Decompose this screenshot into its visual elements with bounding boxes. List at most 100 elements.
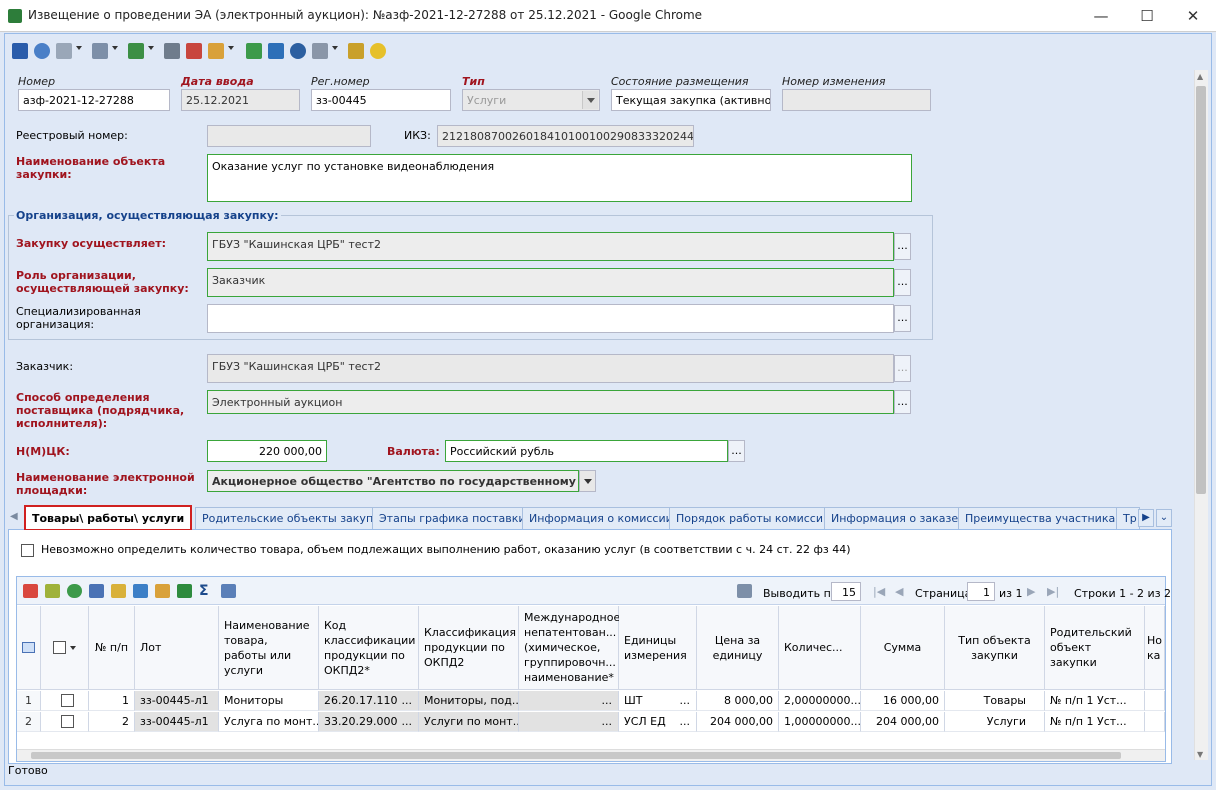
select-all-checkbox[interactable] [53, 641, 66, 654]
rol-org-input[interactable]: Заказчик [207, 268, 894, 297]
cell-sum[interactable]: 204 000,00 [861, 712, 945, 732]
tabs-scroll-right-icon[interactable]: ▶ [1138, 509, 1154, 527]
col-header-lot[interactable]: Лот [135, 606, 219, 690]
cell-extra[interactable] [1145, 691, 1165, 711]
next-page-icon[interactable]: ▶ [1027, 585, 1035, 598]
attach-dropdown-icon[interactable] [76, 46, 82, 50]
spec-org-select-button[interactable]: ... [894, 305, 911, 332]
page-input[interactable]: 1 [967, 582, 995, 601]
sposob-input[interactable]: Электронный аукцион [207, 390, 894, 414]
reestr-nomer-input[interactable] [207, 125, 371, 147]
cell-mnn[interactable]: ... [519, 691, 619, 711]
cell-unit[interactable]: ШТ... [619, 691, 697, 711]
help-icon[interactable] [370, 43, 386, 59]
col-header-qty[interactable]: Количес... [779, 606, 861, 690]
reg-nomer-input[interactable]: зз-00445 [311, 89, 451, 111]
filter-grid-icon[interactable] [155, 584, 170, 598]
prev-page-icon[interactable]: ◀ [895, 585, 903, 598]
row-checkbox[interactable] [61, 694, 74, 707]
sposob-select-button[interactable]: ... [894, 390, 911, 414]
tip-dropdown-icon[interactable] [582, 91, 598, 109]
unit-select-button[interactable]: ... [680, 694, 691, 707]
cell-price[interactable]: 8 000,00 [697, 691, 779, 711]
tab-zakaz[interactable]: Информация о заказе [824, 507, 966, 529]
zakupku-osush-select-button[interactable]: ... [894, 233, 911, 260]
tab-preimushestva[interactable]: Преимущества участникам [958, 507, 1131, 529]
edit-dropdown-icon[interactable] [228, 46, 234, 50]
columns-icon[interactable] [221, 584, 236, 598]
minimize-button[interactable]: — [1078, 0, 1124, 32]
cell-type[interactable]: Услуги [945, 712, 1045, 732]
cell-okpd-class[interactable]: Услуги по монт... [419, 712, 519, 732]
nmck-input[interactable]: 220 000,00 [207, 440, 327, 462]
tab-etapy[interactable]: Этапы графика поставки [372, 507, 533, 529]
scroll-up-icon[interactable]: ▲ [1197, 72, 1203, 81]
excel-icon[interactable] [177, 584, 192, 598]
unit-select-button[interactable]: ... [680, 715, 691, 728]
valyuta-input[interactable]: Российский рубль [445, 440, 728, 462]
tab-roditelskie[interactable]: Родительские объекты закупки [195, 507, 394, 529]
export-icon[interactable] [128, 43, 144, 59]
zakazchik-select-button[interactable]: ... [894, 355, 911, 382]
ne-opredelit-checkbox[interactable] [21, 544, 34, 557]
tab-poryadok[interactable]: Порядок работы комиссии [669, 507, 838, 529]
list-icon[interactable] [92, 43, 108, 59]
col-header-sum[interactable]: Сумма [861, 606, 945, 690]
ikz-input[interactable]: 212180870026018410100100290833320244 [437, 125, 694, 147]
naimenovanie-input[interactable]: Оказание услуг по установке видеонаблюде… [207, 154, 912, 202]
ploshadka-select[interactable]: Акционерное общество "Агентство по госуд… [207, 470, 579, 492]
last-page-icon[interactable]: ▶| [1047, 585, 1059, 598]
zakupku-osush-input[interactable]: ГБУЗ "Кашинская ЦРБ" тест2 [207, 232, 894, 261]
nomer-izm-input[interactable] [782, 89, 931, 111]
cell-parent[interactable]: № п/п 1 Уст... [1045, 691, 1145, 711]
delete-doc-icon[interactable] [186, 43, 202, 59]
info-icon[interactable] [290, 43, 306, 59]
cell-lot[interactable]: зз-00445-л1 [135, 691, 219, 711]
rol-org-select-button[interactable]: ... [894, 269, 911, 296]
cell-lot[interactable]: зз-00445-л1 [135, 712, 219, 732]
page-size-input[interactable]: 15 [831, 582, 861, 601]
add-row-icon[interactable] [23, 584, 38, 598]
nomer-input[interactable]: азф-2021-12-27288 [18, 89, 170, 111]
zakazchik-input[interactable]: ГБУЗ "Кашинская ЦРБ" тест2 [207, 354, 894, 383]
col-header-name[interactable]: Наименование товара, работы или услуги [219, 606, 319, 690]
spec-org-input[interactable] [207, 304, 894, 333]
sort-icon[interactable] [133, 584, 148, 598]
cell-np[interactable]: 1 [89, 691, 135, 711]
filter-icon[interactable] [348, 43, 364, 59]
first-page-icon[interactable]: |◀ [873, 585, 885, 598]
refresh-icon[interactable] [67, 584, 82, 598]
grid-hscrollbar[interactable] [17, 749, 1165, 761]
tabs-scroll-left-icon[interactable]: ◀ [10, 511, 18, 522]
forward-icon[interactable] [246, 43, 262, 59]
cell-qty[interactable]: 2,00000000... [779, 691, 861, 711]
cell-okpd-code[interactable]: 33.20.29.000... [319, 712, 419, 732]
save-icon[interactable] [12, 43, 28, 59]
download-icon[interactable] [268, 43, 284, 59]
cell-sum[interactable]: 16 000,00 [861, 691, 945, 711]
cell-np[interactable]: 2 [89, 712, 135, 732]
maximize-button[interactable]: ☐ [1124, 0, 1170, 32]
tab-komissiya[interactable]: Информация о комиссии [522, 507, 680, 529]
mnn-select-button[interactable]: ... [602, 715, 613, 728]
tools-dropdown-icon[interactable] [332, 46, 338, 50]
col-header-type[interactable]: Тип объекта закупки [945, 606, 1045, 690]
okpd-code-select-button[interactable]: ... [402, 694, 413, 707]
cell-price[interactable]: 204 000,00 [697, 712, 779, 732]
tabs-menu-icon[interactable]: ⌄ [1156, 509, 1172, 527]
col-header-price[interactable]: Цена за единицу [697, 606, 779, 690]
table-icon[interactable] [22, 642, 35, 653]
export-grid-icon[interactable] [737, 584, 752, 598]
attach-icon[interactable] [56, 43, 72, 59]
col-header-unit[interactable]: Единицы измерения [619, 606, 697, 690]
cell-extra[interactable] [1145, 712, 1165, 732]
okpd-code-select-button[interactable]: ... [402, 715, 413, 728]
cell-name[interactable]: Мониторы [219, 691, 319, 711]
tools-icon[interactable] [312, 43, 328, 59]
insert-row-icon[interactable] [45, 584, 60, 598]
cell-unit[interactable]: УСЛ ЕД... [619, 712, 697, 732]
col-header-parent[interactable]: Родительский объект закупки [1045, 606, 1145, 690]
col-header-okpd-code[interactable]: Код классификации продукции по ОКПД2* [319, 606, 419, 690]
tab-tovary[interactable]: Товары\ работы\ услуги [24, 505, 193, 531]
cell-type[interactable]: Товары [945, 691, 1045, 711]
